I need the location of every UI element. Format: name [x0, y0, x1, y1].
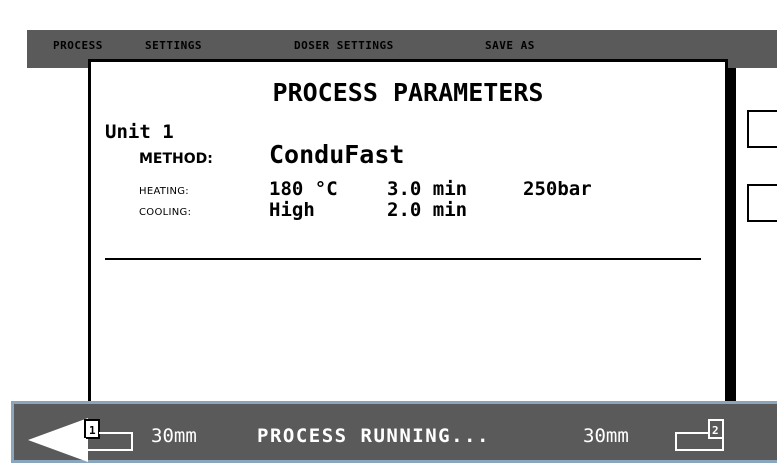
side-button-top[interactable]	[747, 110, 777, 148]
dialog-title: PROCESS PARAMETERS	[272, 78, 544, 107]
tray-right-number: 2	[712, 424, 719, 437]
right-size: 30mm	[583, 425, 629, 447]
menu-save-as[interactable]: SAVE AS	[485, 39, 535, 52]
process-status: PROCESS RUNNING...	[257, 425, 490, 447]
process-parameters-dialog: PROCESS PARAMETERS Unit 1 METHOD: ConduF…	[88, 59, 728, 404]
cooling-level: High	[269, 199, 315, 221]
cooling-label: COOLING:	[139, 207, 192, 218]
left-arrow-icon[interactable]	[28, 418, 88, 462]
tray-left-icon: 1	[84, 419, 133, 451]
heating-label: HEATING:	[139, 186, 189, 197]
menu-doser-settings[interactable]: DOSER SETTINGS	[294, 39, 394, 52]
tray-right-icon: 2	[675, 419, 724, 451]
left-size: 30mm	[151, 425, 197, 447]
menu-settings[interactable]: SETTINGS	[145, 39, 202, 52]
dialog-divider	[105, 258, 701, 260]
cooling-time: 2.0 min	[387, 199, 468, 221]
side-button-bottom[interactable]	[747, 184, 777, 222]
heating-time: 3.0 min	[387, 178, 468, 200]
method-label: METHOD:	[139, 151, 213, 167]
unit-label: Unit 1	[105, 121, 174, 143]
heating-temperature: 180 °C	[269, 178, 338, 200]
menu-process[interactable]: PROCESS	[53, 39, 103, 52]
tray-left-number: 1	[89, 424, 96, 437]
method-value: ConduFast	[269, 140, 405, 169]
heating-pressure: 250bar	[523, 178, 592, 200]
